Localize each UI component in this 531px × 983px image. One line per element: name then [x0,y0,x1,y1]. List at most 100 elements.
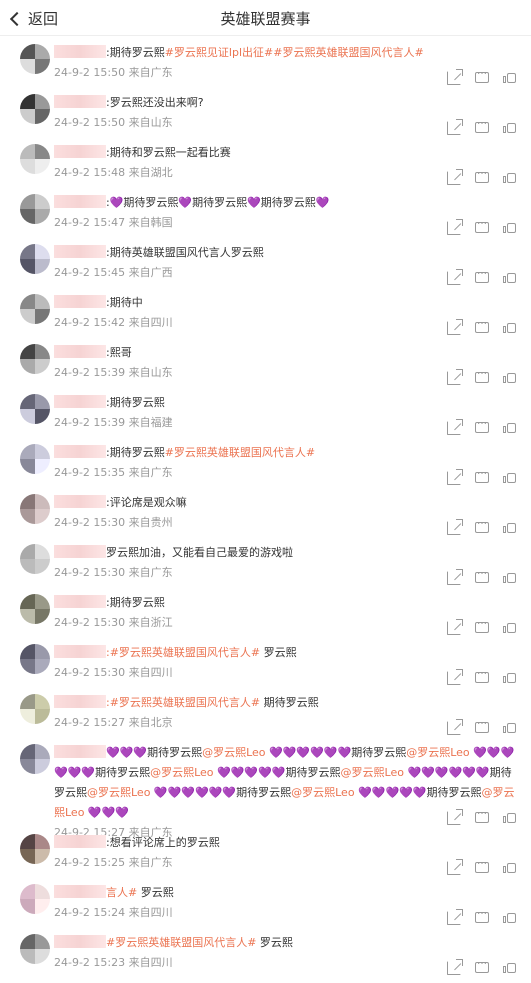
comment-icon[interactable] [475,366,489,383]
mention-link[interactable]: @罗云熙Leo [291,786,354,799]
hashtag-link[interactable]: #罗云熙英雄联盟国风代言人# [165,446,315,459]
avatar[interactable] [20,394,50,424]
avatar[interactable] [20,884,50,914]
username-blurred[interactable] [54,545,106,558]
avatar[interactable] [20,594,50,624]
username-blurred[interactable] [54,495,106,508]
avatar[interactable] [20,834,50,864]
avatar[interactable] [20,494,50,524]
hashtag-link[interactable]: #罗云熙英雄联盟国风代言人# [273,46,423,59]
avatar[interactable] [20,744,50,774]
username-blurred[interactable] [54,645,106,658]
comment-icon[interactable] [475,716,489,733]
username-blurred[interactable] [54,195,106,208]
share-icon[interactable] [447,619,463,635]
username-blurred[interactable] [54,935,106,948]
share-icon[interactable] [447,569,463,585]
like-icon[interactable] [503,371,517,385]
like-icon[interactable] [503,721,517,735]
hashtag-link[interactable]: 言人# [106,886,137,899]
username-blurred[interactable] [54,745,106,758]
username-blurred[interactable] [54,245,106,258]
username-blurred[interactable] [54,45,106,58]
like-icon[interactable] [503,221,517,235]
share-icon[interactable] [447,809,463,825]
mention-link[interactable]: @罗云熙Leo [406,746,469,759]
share-icon[interactable] [447,669,463,685]
username-blurred[interactable] [54,395,106,408]
username-blurred[interactable] [54,345,106,358]
avatar[interactable] [20,934,50,964]
avatar[interactable] [20,94,50,124]
avatar[interactable] [20,244,50,274]
avatar[interactable] [20,444,50,474]
comment-icon[interactable] [475,416,489,433]
comment-icon[interactable] [475,216,489,233]
comment-icon[interactable] [475,66,489,83]
comment-icon[interactable] [475,856,489,873]
comment-icon[interactable] [475,566,489,583]
like-icon[interactable] [503,811,517,825]
share-icon[interactable] [447,219,463,235]
like-icon[interactable] [503,861,517,875]
comment-icon[interactable] [475,516,489,533]
share-icon[interactable] [447,319,463,335]
share-icon[interactable] [447,119,463,135]
username-blurred[interactable] [54,295,106,308]
like-icon[interactable] [503,71,517,85]
username-blurred[interactable] [54,95,106,108]
share-icon[interactable] [447,269,463,285]
share-icon[interactable] [447,369,463,385]
avatar[interactable] [20,344,50,374]
mention-link[interactable]: @罗云熙Leo [87,786,150,799]
like-icon[interactable] [503,911,517,925]
comment-icon[interactable] [475,666,489,683]
like-icon[interactable] [503,621,517,635]
hashtag-link[interactable]: #罗云熙英雄联盟国风代言人# [106,936,256,949]
share-icon[interactable] [447,959,463,975]
like-icon[interactable] [503,471,517,485]
like-icon[interactable] [503,171,517,185]
username-blurred[interactable] [54,445,106,458]
like-icon[interactable] [503,521,517,535]
like-icon[interactable] [503,571,517,585]
username-blurred[interactable] [54,695,106,708]
avatar[interactable] [20,544,50,574]
share-icon[interactable] [447,69,463,85]
hashtag-link[interactable]: :#罗云熙英雄联盟国风代言人# [106,646,260,659]
comment-icon[interactable] [475,316,489,333]
avatar[interactable] [20,44,50,74]
like-icon[interactable] [503,671,517,685]
comment-icon[interactable] [475,906,489,923]
share-icon[interactable] [447,519,463,535]
hashtag-link[interactable]: #罗云熙见证lpl出征# [165,46,274,59]
avatar[interactable] [20,644,50,674]
share-icon[interactable] [447,859,463,875]
hashtag-link[interactable]: :#罗云熙英雄联盟国风代言人# [106,696,260,709]
mention-link[interactable]: @罗云熙Leo [202,746,265,759]
username-blurred[interactable] [54,835,106,848]
share-icon[interactable] [447,469,463,485]
like-icon[interactable] [503,271,517,285]
avatar[interactable] [20,294,50,324]
avatar[interactable] [20,694,50,724]
share-icon[interactable] [447,909,463,925]
username-blurred[interactable] [54,885,106,898]
comment-icon[interactable] [475,166,489,183]
comment-icon[interactable] [475,266,489,283]
like-icon[interactable] [503,421,517,435]
comment-icon[interactable] [475,616,489,633]
like-icon[interactable] [503,961,517,975]
like-icon[interactable] [503,121,517,135]
comment-icon[interactable] [475,116,489,133]
like-icon[interactable] [503,321,517,335]
share-icon[interactable] [447,419,463,435]
avatar[interactable] [20,144,50,174]
comment-icon[interactable] [475,466,489,483]
mention-link[interactable]: @罗云熙Leo [341,766,404,779]
mention-link[interactable]: @罗云熙Leo [150,766,213,779]
avatar[interactable] [20,194,50,224]
username-blurred[interactable] [54,595,106,608]
comment-icon[interactable] [475,806,489,823]
share-icon[interactable] [447,169,463,185]
